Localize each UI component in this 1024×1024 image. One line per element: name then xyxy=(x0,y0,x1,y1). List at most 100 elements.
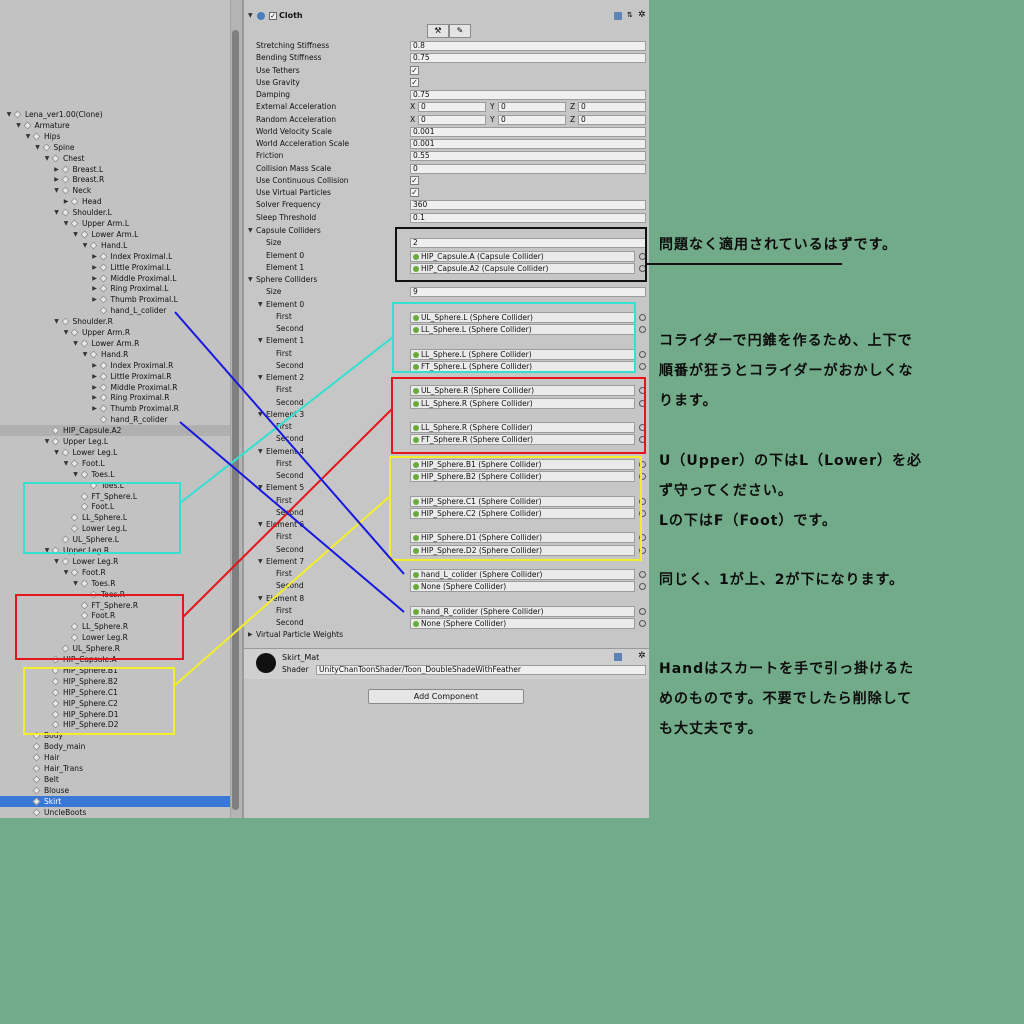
hierarchy-row[interactable]: Hair_Trans xyxy=(0,763,231,774)
property-checkbox[interactable]: ✓ xyxy=(410,188,419,197)
sphere-second-field[interactable]: LL_Sphere.R (Sphere Collider) xyxy=(410,397,635,409)
gear-icon[interactable]: ✲ xyxy=(638,651,646,661)
object-picker-icon[interactable] xyxy=(639,534,646,542)
collapsed-arrow-icon[interactable]: ▶ xyxy=(91,360,99,371)
object-picker-icon[interactable] xyxy=(639,387,646,395)
capsule-size-field[interactable]: 2 xyxy=(410,238,646,249)
object-picker-icon[interactable] xyxy=(639,436,646,444)
hierarchy-row[interactable]: HIP_Sphere.C1 xyxy=(0,687,231,698)
hierarchy-scroll-thumb[interactable] xyxy=(232,30,239,810)
hierarchy-row[interactable]: Lower Leg.R xyxy=(0,632,231,643)
hierarchy-row[interactable]: HIP_Sphere.D2 xyxy=(0,719,231,730)
vector-y-field[interactable]: 0 xyxy=(498,102,566,113)
object-picker-icon[interactable] xyxy=(639,399,646,407)
hierarchy-row[interactable]: Skirt xyxy=(0,795,231,807)
property-value-field[interactable]: 0.001 xyxy=(410,139,646,149)
property-value-field[interactable]: 0 xyxy=(410,163,646,174)
hierarchy-row[interactable]: ▼ Armature xyxy=(0,120,231,131)
hierarchy-row[interactable]: HIP_Sphere.B1 xyxy=(0,665,231,676)
foldout-arrow-icon[interactable]: ▼ xyxy=(248,227,253,234)
sphere-second-field[interactable]: FT_Sphere.R (Sphere Collider) xyxy=(410,434,635,446)
collapsed-arrow-icon[interactable]: ▶ xyxy=(91,273,99,284)
hierarchy-row[interactable]: HIP_Capsule.A xyxy=(0,654,231,665)
expanded-arrow-icon[interactable]: ▼ xyxy=(53,447,61,458)
hierarchy-row[interactable]: HIP_Capsule.A2 xyxy=(0,425,231,437)
sphere-size-field[interactable]: 9 xyxy=(410,287,646,298)
hierarchy-row[interactable]: ▼ Shoulder.L xyxy=(0,207,231,218)
vector-x-field[interactable]: 0 xyxy=(418,114,486,125)
hierarchy-row[interactable]: ▶ Ring Proximal.R xyxy=(0,392,231,403)
hierarchy-row[interactable]: HIP_Sphere.C2 xyxy=(0,698,231,709)
hierarchy-row[interactable]: ▶ Little Proximal.L xyxy=(0,262,231,273)
hierarchy-row[interactable]: Hair xyxy=(0,752,231,763)
expanded-arrow-icon[interactable]: ▼ xyxy=(53,207,61,218)
hierarchy-row[interactable]: ▼ Neck xyxy=(0,185,231,196)
object-picker-icon[interactable] xyxy=(639,571,646,578)
hierarchy-row[interactable]: ▼ Foot.R xyxy=(0,567,231,578)
property-value-field[interactable]: 0.55 xyxy=(410,151,646,162)
hierarchy-row[interactable]: ▶ Middle Proximal.R xyxy=(0,382,231,393)
hierarchy-row[interactable]: UncleBoots xyxy=(0,807,231,818)
expanded-arrow-icon[interactable]: ▼ xyxy=(53,556,61,567)
hierarchy-row[interactable]: ▼ Lower Leg.L xyxy=(0,447,231,458)
hierarchy-row[interactable]: ▶ Middle Proximal.L xyxy=(0,273,231,284)
hierarchy-row[interactable]: LL_Sphere.L xyxy=(0,512,231,523)
sphere-second-field[interactable]: HIP_Sphere.C2 (Sphere Collider) xyxy=(410,507,635,519)
expanded-arrow-icon[interactable]: ▼ xyxy=(34,142,42,153)
hierarchy-row[interactable]: ▶ Breast.L xyxy=(0,164,231,175)
expanded-arrow-icon[interactable]: ▼ xyxy=(43,153,51,164)
hierarchy-row[interactable]: ▶ Thumb Proximal.R xyxy=(0,403,231,414)
hierarchy-row[interactable]: ▼ Shoulder.R xyxy=(0,316,231,327)
property-value-field[interactable]: 0.1 xyxy=(410,212,646,223)
property-value-field[interactable]: 0.75 xyxy=(410,53,646,64)
foldout-arrow-icon[interactable]: ▼ xyxy=(258,374,263,381)
expanded-arrow-icon[interactable]: ▼ xyxy=(62,218,70,229)
object-picker-icon[interactable] xyxy=(639,620,646,627)
object-picker-icon[interactable] xyxy=(639,497,646,505)
expanded-arrow-icon[interactable]: ▼ xyxy=(72,578,80,589)
hierarchy-row[interactable]: ▶ Index Proximal.L xyxy=(0,251,231,262)
hierarchy-row[interactable]: ▶ Little Proximal.R xyxy=(0,371,231,382)
collapsed-arrow-icon[interactable]: ▶ xyxy=(91,371,99,382)
object-picker-icon[interactable] xyxy=(639,583,646,591)
expanded-arrow-icon[interactable]: ▼ xyxy=(81,349,89,360)
expanded-arrow-icon[interactable]: ▼ xyxy=(72,469,80,480)
hierarchy-row[interactable]: ▼ Lower Leg.R xyxy=(0,556,231,567)
hierarchy-row[interactable]: ▶ Head xyxy=(0,196,231,207)
hierarchy-row[interactable]: UL_Sphere.R xyxy=(0,643,231,654)
hierarchy-row[interactable]: HIP_Sphere.B2 xyxy=(0,676,231,687)
sphere-first-field[interactable]: UL_Sphere.R (Sphere Collider) xyxy=(410,385,635,397)
sphere-first-field[interactable]: HIP_Sphere.D1 (Sphere Collider) xyxy=(410,532,635,544)
vector-z-field[interactable]: 0 xyxy=(578,114,646,125)
foldout-arrow-icon[interactable]: ▼ xyxy=(248,276,253,283)
hierarchy-row[interactable]: ▶ Index Proximal.R xyxy=(0,360,231,371)
hierarchy-row[interactable]: ▼ Upper Arm.R xyxy=(0,327,231,338)
expanded-arrow-icon[interactable]: ▼ xyxy=(62,327,70,338)
sphere-first-field[interactable]: hand_L_colider (Sphere Collider) xyxy=(410,569,635,580)
hierarchy-row[interactable]: UL_Sphere.L xyxy=(0,534,231,545)
hierarchy-row[interactable]: ▼ Lower Arm.R xyxy=(0,338,231,349)
collapsed-arrow-icon[interactable]: ▶ xyxy=(91,262,99,273)
property-checkbox[interactable]: ✓ xyxy=(410,175,419,185)
expanded-arrow-icon[interactable]: ▼ xyxy=(81,240,89,251)
sphere-first-field[interactable]: LL_Sphere.L (Sphere Collider) xyxy=(410,348,635,360)
gear-icon[interactable]: ✲ xyxy=(638,10,646,20)
object-picker-icon[interactable] xyxy=(639,424,646,431)
hierarchy-row[interactable]: ▼ Toes.R xyxy=(0,578,231,589)
add-component-button[interactable]: Add Component xyxy=(368,689,524,704)
hierarchy-row[interactable]: hand_R_colider xyxy=(0,414,231,425)
hierarchy-row[interactable]: Belt xyxy=(0,774,231,785)
help-icon[interactable] xyxy=(614,12,622,20)
expanded-arrow-icon[interactable]: ▼ xyxy=(72,338,80,349)
foldout-arrow-icon[interactable]: ▼ xyxy=(258,337,263,344)
hierarchy-row[interactable]: Body xyxy=(0,730,231,741)
hierarchy-row[interactable]: ▼ Upper Leg.L xyxy=(0,436,231,447)
sphere-second-field[interactable]: LL_Sphere.L (Sphere Collider) xyxy=(410,324,635,335)
hierarchy-row[interactable]: Foot.R xyxy=(0,610,231,621)
expanded-arrow-icon[interactable]: ▼ xyxy=(43,436,51,447)
collapsed-arrow-icon[interactable]: ▶ xyxy=(91,403,99,414)
collapsed-arrow-icon[interactable]: ▶ xyxy=(62,196,70,207)
help-icon[interactable] xyxy=(614,653,622,661)
expanded-arrow-icon[interactable]: ▼ xyxy=(5,109,13,120)
hierarchy-row[interactable]: Body_main xyxy=(0,741,231,752)
